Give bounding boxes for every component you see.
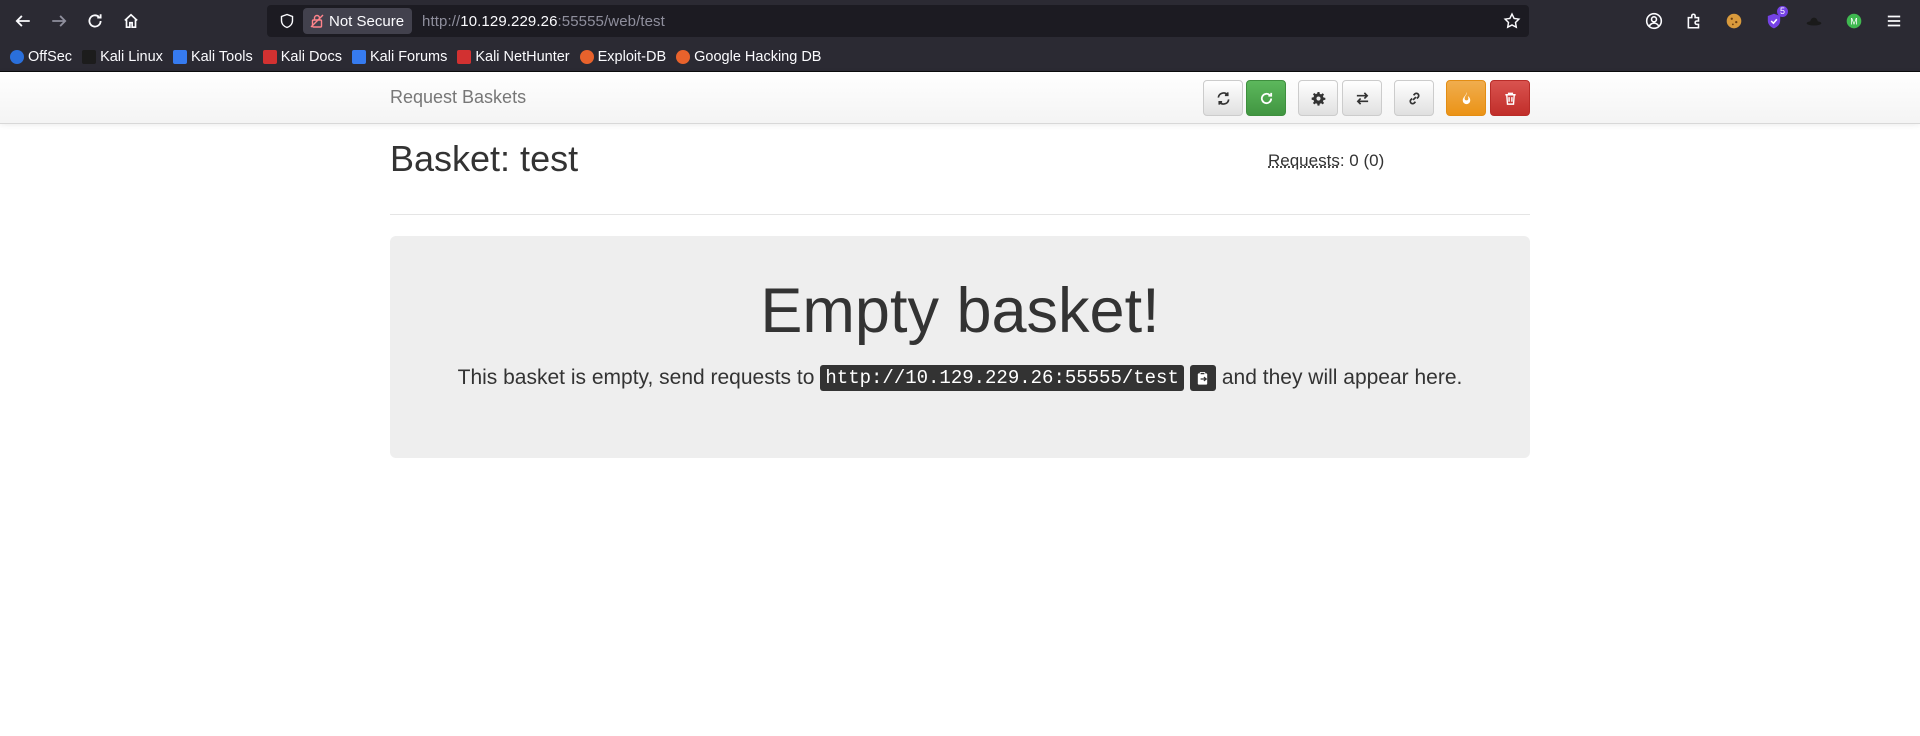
auto-refresh-button[interactable] [1246,80,1286,116]
cookie-icon [1726,13,1742,29]
bookmark-label: Kali Tools [190,48,253,65]
message-suffix: and they will appear here. [1221,366,1463,389]
home-button[interactable] [113,3,149,39]
back-button[interactable] [5,3,41,39]
menu-button[interactable] [1876,3,1912,39]
green-extension-button[interactable]: M [1836,3,1872,39]
refresh-button[interactable] [1203,80,1243,116]
clipboard-icon [1198,371,1208,385]
rotate-right-icon [1260,92,1272,104]
extension-badge: 5 [1776,6,1788,17]
gear-icon [1311,91,1325,106]
bookmark-label: OffSec [28,48,73,65]
fire-icon [1462,91,1470,104]
puzzle-icon [1687,13,1700,29]
brand-link[interactable]: Request Baskets [390,87,526,108]
forward-button[interactable] [41,3,77,39]
exploit-db-icon [579,49,594,64]
requests-label: Requests [1268,151,1340,170]
bookmark-label: Kali Linux [100,48,163,65]
lock-strikethrough-icon [310,14,324,28]
basket-title: Basket: test [390,138,579,179]
bookmarks-bar: OffSec Kali Linux Kali Tools Kali Docs K… [0,42,1920,72]
bookmark-google-hacking-db[interactable]: Google Hacking DB [676,49,821,65]
svg-text:M: M [1850,16,1858,26]
not-secure-indicator[interactable]: Not Secure [303,8,413,34]
shield-icon[interactable] [273,13,301,29]
bookmark-kali-nethunter[interactable]: Kali NetHunter [457,48,570,65]
bookmark-kali-forums[interactable]: Kali Forums [351,48,448,65]
link-icon [1408,92,1420,104]
bookmark-offsec[interactable]: OffSec [10,49,72,65]
hat-extension-button[interactable] [1796,3,1832,39]
bookmark-kali-tools[interactable]: Kali Tools [172,48,253,65]
account-icon [1645,12,1663,30]
empty-basket-heading: Empty basket! [760,276,1160,346]
offsec-icon [10,49,24,64]
kali-tools-icon [172,49,187,64]
app-navbar: Request Baskets [0,72,1920,124]
url-text[interactable]: http://10.129.229.26:55555/web/test [422,13,665,30]
kali-forums-icon [351,49,366,64]
bookmark-exploit-db[interactable]: Exploit-DB [579,48,667,65]
cookie-extension-button[interactable] [1716,3,1752,39]
copy-url-button[interactable] [1189,365,1216,391]
badge-green-icon: M [1846,13,1862,29]
bookmark-kali-linux[interactable]: Kali Linux [82,49,163,65]
url-bar[interactable]: Not Secure http://10.129.229.26:55555/we… [267,5,1529,37]
account-button[interactable] [1636,3,1672,39]
home-icon [124,13,138,29]
trash-icon [1504,92,1516,105]
settings-button[interactable] [1298,80,1338,116]
kali-dragon-icon [82,49,97,64]
bookmark-label: Exploit-DB [597,48,667,65]
exchange-icon [1356,91,1368,105]
hamburger-icon [1887,15,1901,27]
requests-count: : 0 (0) [1339,151,1385,170]
reload-icon [88,14,102,28]
refresh-icon [1217,91,1229,105]
kali-nethunter-icon [457,49,472,64]
not-secure-label: Not Secure [329,12,405,30]
bookmark-star-icon[interactable] [1503,12,1521,35]
arrow-left-icon [15,15,30,27]
empty-basket-message: This basket is empty, send requests to h… [390,365,1530,391]
url-host: 10.129.229.26 [460,12,558,30]
message-prefix: This basket is empty, send requests to [457,366,815,389]
ghdb-icon [676,49,691,64]
reload-button[interactable] [77,3,113,39]
share-link-button[interactable] [1394,80,1434,116]
responses-button[interactable] [1342,80,1382,116]
extension-button-purple[interactable]: 5 [1756,3,1792,39]
bookmark-kali-docs[interactable]: Kali Docs [262,48,342,65]
requests-counter: Requests: 0 (0) [1268,151,1384,171]
empty-basket-panel: Empty basket! This basket is empty, send… [390,236,1530,458]
bookmark-label: Kali Forums [369,48,448,65]
basket-url[interactable]: http://10.129.229.26:55555/test [820,365,1184,391]
kali-docs-icon [262,49,277,64]
divider [390,214,1530,215]
bookmark-label: Kali NetHunter [475,48,570,65]
url-prefix: http:// [422,12,461,30]
bookmark-label: Google Hacking DB [694,48,822,65]
bookmark-label: Kali Docs [280,48,342,65]
url-path: :55555/web/test [557,12,665,30]
extensions-button[interactable] [1676,3,1712,39]
arrow-right-icon [52,15,67,27]
delete-basket-button[interactable] [1490,80,1530,116]
hat-icon [1806,17,1822,26]
destroy-requests-button[interactable] [1446,80,1486,116]
browser-toolbar: Not Secure http://10.129.229.26:55555/we… [0,0,1920,42]
